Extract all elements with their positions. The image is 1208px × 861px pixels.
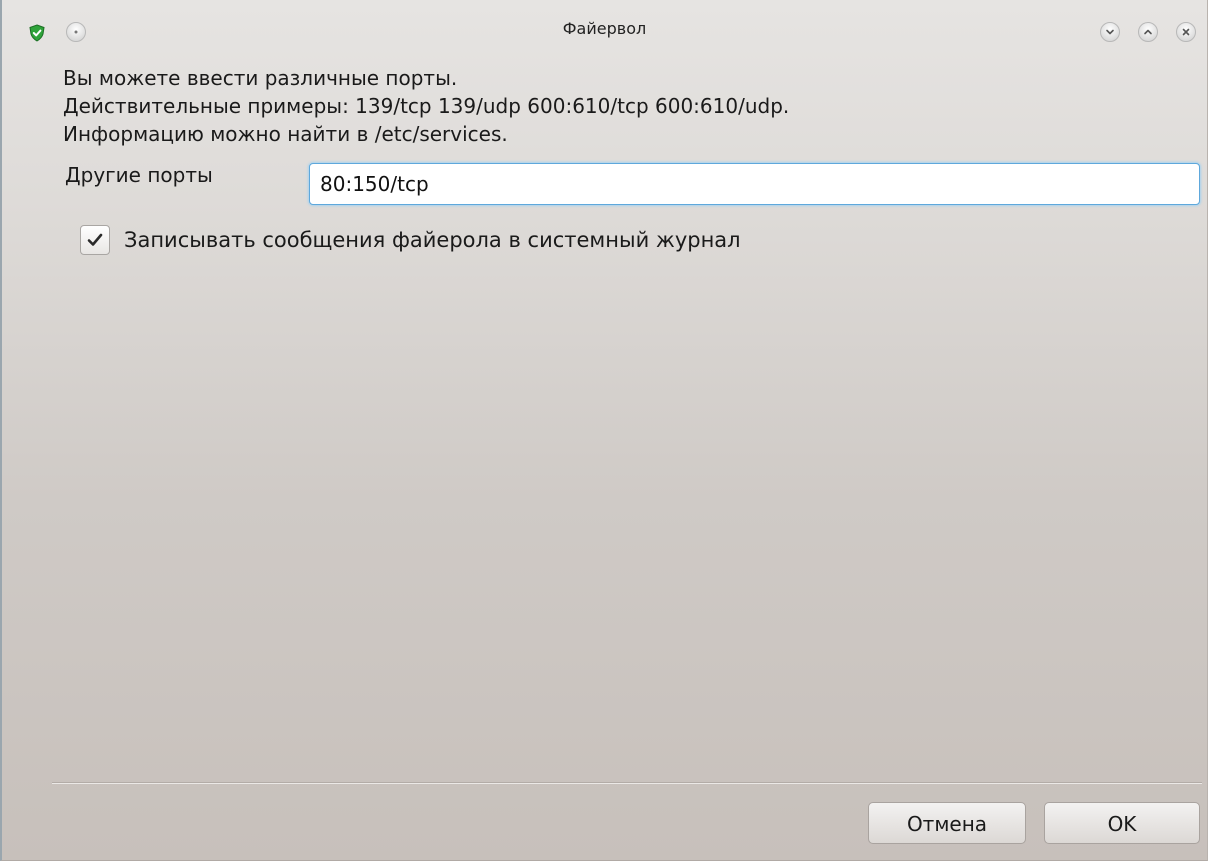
info-text-line-2: Действительные примеры: 139/tcp 139/udp …: [63, 94, 790, 118]
cancel-button[interactable]: Отмена: [868, 802, 1026, 844]
info-text-line-1: Вы можете ввести различные порты.: [63, 66, 458, 90]
ok-button[interactable]: OK: [1044, 802, 1200, 844]
checkmark-icon: [87, 233, 103, 246]
other-ports-input[interactable]: [309, 163, 1200, 205]
minimize-button[interactable]: [1100, 22, 1120, 42]
close-button[interactable]: [1176, 22, 1196, 42]
log-messages-option[interactable]: Записывать сообщения файерола в системны…: [80, 225, 741, 255]
log-messages-label: Записывать сообщения файерола в системны…: [124, 228, 741, 252]
maximize-button[interactable]: [1138, 22, 1158, 42]
log-messages-checkbox[interactable]: [80, 225, 110, 255]
title-bar[interactable]: Файервол: [2, 0, 1207, 60]
other-ports-label: Другие порты: [65, 163, 213, 187]
window-title: Файервол: [562, 19, 647, 38]
firewall-dialog: Файервол Вы можете ввести различные порт…: [0, 0, 1208, 861]
info-text-line-3: Информацию можно найти в /etc/services.: [63, 122, 508, 146]
button-separator: [52, 782, 1202, 784]
close-icon: [1182, 28, 1190, 36]
chevron-up-icon: [1144, 29, 1152, 35]
chevron-down-icon: [1106, 29, 1114, 35]
